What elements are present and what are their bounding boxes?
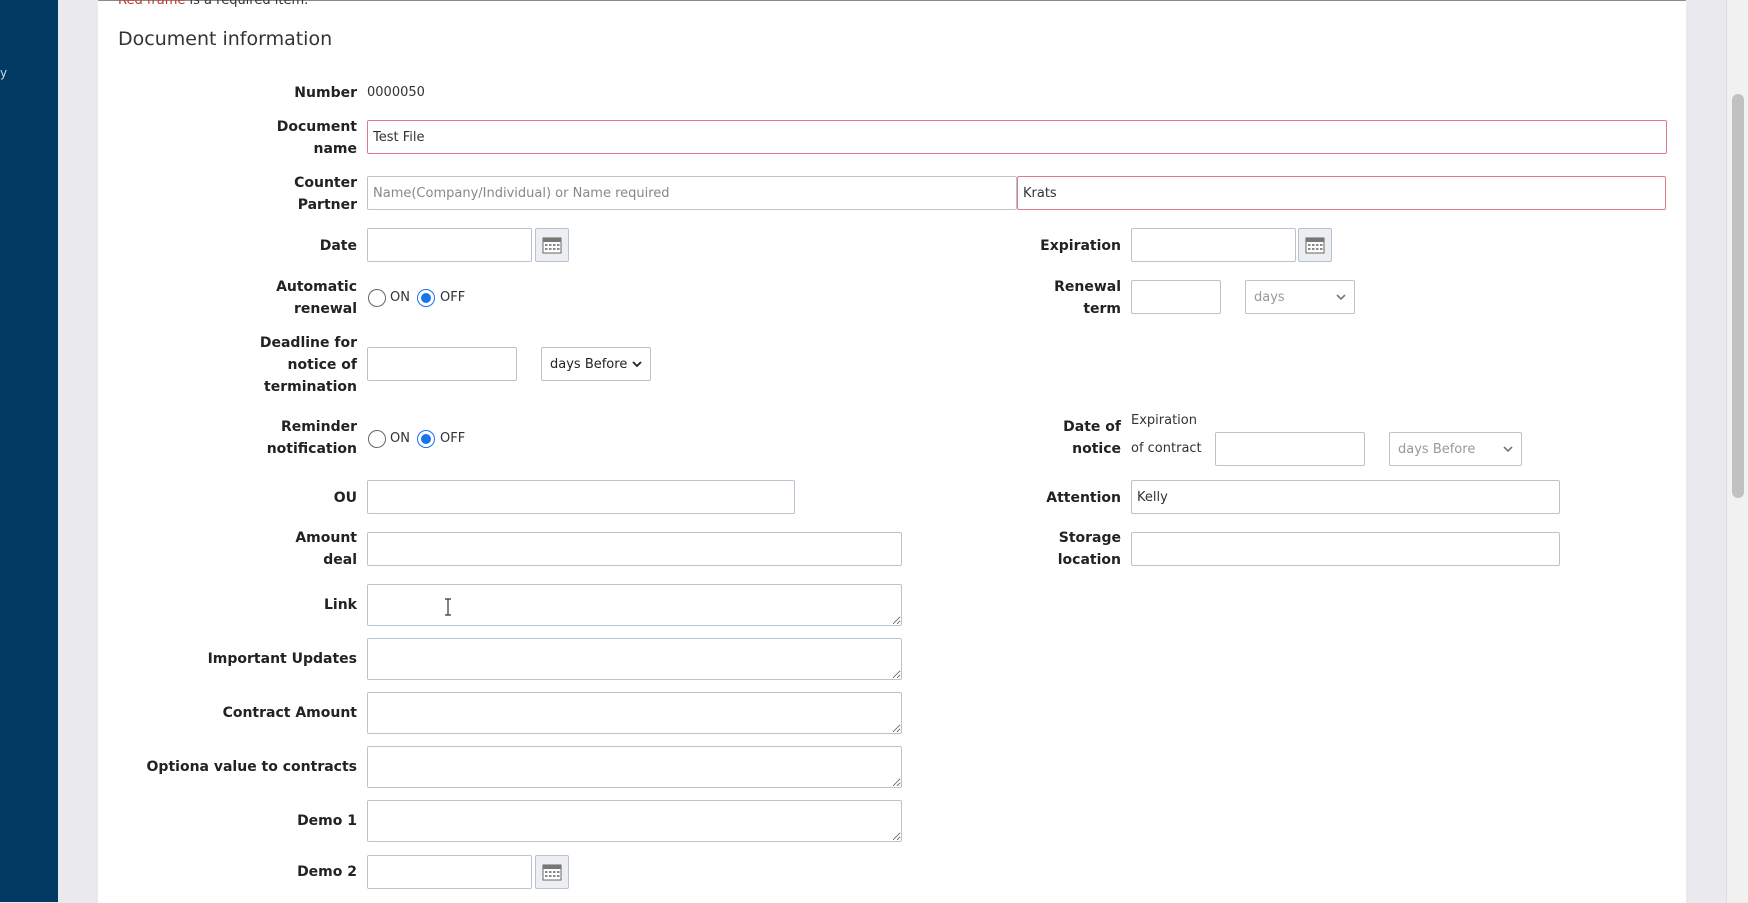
demo1-textarea[interactable] [367, 800, 902, 842]
automatic-renewal-on-label: ON [390, 290, 410, 305]
required-note-highlight: Red frame [118, 0, 186, 8]
automatic-renewal-off-label: OFF [440, 290, 466, 305]
chevron-down-icon [1336, 293, 1346, 300]
expiration-label: Expiration [1040, 238, 1121, 254]
deadline-input[interactable] [367, 347, 517, 381]
storage-location-label: Storage location [1010, 527, 1121, 571]
important-updates-label: Important Updates [207, 651, 357, 667]
ou-input[interactable] [367, 480, 795, 514]
important-updates-textarea[interactable] [367, 638, 902, 680]
renewal-term-label: Renewal term [1010, 276, 1121, 320]
label-line: Deadline for [259, 335, 357, 351]
label-line: Counter [294, 175, 357, 191]
label-line: Amount [295, 530, 357, 546]
calendar-icon [542, 237, 562, 254]
select-value: days [1254, 289, 1285, 305]
counter-partner-label: Counter Partner [250, 172, 357, 216]
deadline-label: Deadline for notice of termination [250, 332, 357, 398]
renewal-term-input[interactable] [1131, 280, 1221, 314]
reminder-off-radio[interactable] [417, 430, 435, 448]
deadline-unit-select[interactable]: days Before [541, 347, 651, 381]
date-of-notice-expiration-text: Expiration [1131, 413, 1197, 428]
reminder-on-radio[interactable] [368, 430, 386, 448]
chevron-down-icon [632, 360, 642, 367]
label-line: deal [323, 552, 357, 568]
label-line: renewal [293, 301, 357, 317]
label-line: Storage [1058, 530, 1121, 546]
label-line: notification [266, 441, 357, 457]
label-line: term [1083, 301, 1121, 317]
expiration-calendar-button[interactable] [1298, 228, 1332, 262]
required-note: Red frame is a required item. [118, 0, 308, 8]
automatic-renewal-label: Automatic renewal [250, 276, 357, 320]
select-value: days Before [1398, 441, 1476, 457]
label-line: termination [264, 379, 357, 395]
number-label: Number [294, 85, 357, 101]
date-of-notice-contract-text: of contract [1131, 441, 1202, 456]
document-name-label: Document name [250, 116, 357, 160]
reminder-on-label: ON [390, 431, 410, 446]
date-of-notice-unit-select[interactable]: days Before [1389, 432, 1522, 466]
attention-label: Attention [1046, 490, 1121, 506]
link-label: Link [324, 597, 357, 613]
label-line: Renewal [1054, 279, 1121, 295]
section-title: Document information [118, 28, 333, 50]
optional-value-textarea[interactable] [367, 746, 902, 788]
demo1-label: Demo 1 [297, 813, 357, 829]
required-note-text: is a required item. [185, 0, 309, 8]
label-line: notice of [287, 357, 357, 373]
number-value: 0000050 [367, 85, 425, 100]
scrollbar-thumb[interactable] [1732, 94, 1744, 498]
label-line: Partner [297, 197, 357, 213]
select-value: days Before [550, 356, 628, 372]
automatic-renewal-off-radio[interactable] [417, 289, 435, 307]
demo2-label: Demo 2 [297, 864, 357, 880]
label-line: Reminder [280, 419, 357, 435]
calendar-icon [542, 864, 562, 881]
reminder-label: Reminder notification [250, 416, 357, 460]
automatic-renewal-on-radio[interactable] [368, 289, 386, 307]
contract-amount-textarea[interactable] [367, 692, 902, 734]
date-of-notice-label: Date of notice [1010, 416, 1121, 460]
demo2-input[interactable] [367, 855, 532, 889]
date-of-notice-input[interactable] [1215, 432, 1365, 466]
optional-value-label: Optiona value to contracts [146, 759, 357, 775]
amount-deal-label: Amount deal [250, 527, 357, 571]
label-line: Automatic [276, 279, 357, 295]
counter-partner-company-input[interactable] [367, 176, 1017, 210]
calendar-icon [1305, 237, 1325, 254]
label-line: name [313, 141, 358, 157]
storage-location-input[interactable] [1131, 532, 1560, 566]
renewal-term-unit-select[interactable]: days [1245, 280, 1355, 314]
contract-amount-label: Contract Amount [222, 705, 357, 721]
document-name-input[interactable] [367, 120, 1667, 154]
label-line: notice [1072, 441, 1121, 457]
sidebar: y [0, 0, 58, 902]
date-calendar-button[interactable] [535, 228, 569, 262]
demo2-calendar-button[interactable] [535, 855, 569, 889]
text-cursor-icon [445, 598, 451, 616]
reminder-off-label: OFF [440, 431, 466, 446]
expiration-input[interactable] [1131, 228, 1296, 262]
scrollbar[interactable] [1726, 0, 1748, 902]
date-input[interactable] [367, 228, 532, 262]
label-line: Date of [1063, 419, 1121, 435]
amount-deal-input[interactable] [367, 532, 902, 566]
ou-label: OU [333, 490, 357, 506]
attention-input[interactable] [1131, 480, 1560, 514]
sidebar-fragment: y [0, 66, 8, 80]
date-label: Date [319, 238, 357, 254]
label-line: Document [276, 119, 357, 135]
counter-partner-name-input[interactable] [1017, 176, 1666, 210]
label-line: location [1057, 552, 1121, 568]
chevron-down-icon [1503, 445, 1513, 452]
